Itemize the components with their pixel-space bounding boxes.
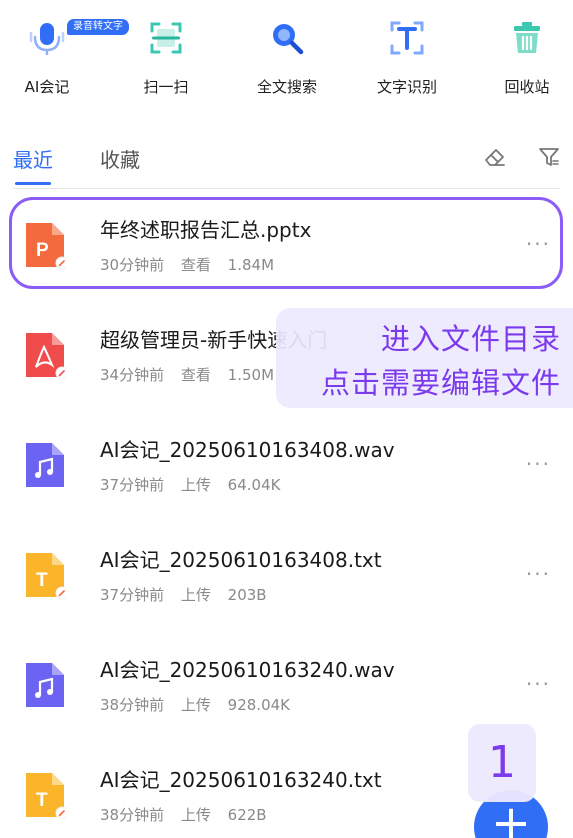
file-meta: 38分钟前 上传 622B [100, 804, 279, 825]
file-time: 38分钟前 [100, 806, 165, 824]
trash-icon [514, 22, 540, 53]
ocr-icon [390, 21, 424, 55]
tool-label: AI会记 [24, 78, 70, 96]
more-options-icon[interactable]: ··· [526, 232, 551, 256]
tool-label: 扫一扫 [143, 78, 189, 96]
more-options-icon[interactable]: ··· [526, 562, 551, 586]
tool-text-recognition[interactable]: 文字识别 [352, 0, 462, 110]
svg-text:T: T [36, 790, 48, 811]
tool-label: 全文搜索 [256, 78, 317, 96]
callout-line-2: 点击需要编辑文件 [320, 366, 561, 400]
more-options-icon[interactable]: ··· [526, 452, 551, 476]
file-meta: 38分钟前 上传 928.04K [100, 694, 302, 715]
audio-file-icon [26, 663, 64, 707]
file-name: AI会记_20250610163240.wav [100, 658, 395, 682]
callout-line-1: 进入文件目录 [380, 322, 561, 356]
search-icon [273, 24, 304, 55]
file-name: 年终述职报告汇总.pptx [100, 218, 312, 242]
tool-label: 文字识别 [376, 78, 437, 96]
file-name: AI会记_20250610163240.txt [100, 768, 382, 792]
txt-file-icon: T [26, 553, 66, 599]
scan-icon [150, 22, 182, 54]
more-options-icon[interactable]: ··· [526, 672, 551, 696]
divider [12, 188, 560, 189]
audio-file-icon [26, 443, 64, 487]
step-number-badge: 1 [468, 724, 536, 802]
file-size: 64.04K [227, 476, 281, 494]
file-size: 1.84M [227, 256, 275, 274]
file-time: 37分钟前 [100, 586, 165, 604]
svg-text:P: P [36, 240, 49, 261]
file-action: 查看 [180, 256, 211, 274]
txt-file-icon: T [26, 773, 66, 819]
file-meta: 34分钟前 查看 1.50M [100, 364, 278, 385]
file-action: 上传 [180, 476, 211, 494]
quick-tools-bar: AI会记 录音转文字 扫一扫 全文搜索 文字识别 回收站 [0, 0, 573, 118]
file-meta: 30分钟前 查看 1.84M [100, 254, 286, 275]
tool-ai-note[interactable]: AI会记 [0, 0, 102, 110]
tab-recent[interactable]: 最近 [13, 144, 53, 173]
tool-full-text-search[interactable]: 全文搜索 [232, 0, 342, 110]
file-name: AI会记_20250610163408.txt [100, 548, 382, 572]
file-action: 上传 [180, 806, 211, 824]
eraser-icon[interactable] [483, 145, 507, 169]
file-action: 上传 [180, 586, 211, 604]
svg-text:T: T [36, 570, 48, 591]
file-tabs: 最近 收藏 [0, 130, 573, 190]
file-manager-screen: AI会记 录音转文字 扫一扫 全文搜索 文字识别 回收站 最近 收藏 P 年终述… [0, 0, 573, 838]
file-row[interactable]: P 年终述职报告汇总.pptx 30分钟前 查看 1.84M ··· [0, 196, 573, 306]
file-meta: 37分钟前 上传 64.04K [100, 474, 292, 495]
filter-icon[interactable] [537, 145, 561, 169]
active-tab-indicator [15, 182, 51, 185]
file-time: 34分钟前 [100, 366, 165, 384]
tool-scan[interactable]: 扫一扫 [111, 0, 221, 110]
file-action: 查看 [180, 366, 211, 384]
file-time: 30分钟前 [100, 256, 165, 274]
file-row[interactable]: AI会记_20250610163408.wav 37分钟前 上传 64.04K … [0, 416, 573, 526]
file-time: 38分钟前 [100, 696, 165, 714]
tool-recycle-bin[interactable]: 回收站 [472, 0, 573, 110]
microphone-icon [29, 23, 65, 55]
pptx-file-icon: P [26, 223, 66, 269]
file-size: 622B [227, 806, 267, 824]
tool-label: 回收站 [504, 78, 550, 96]
tab-favorites[interactable]: 收藏 [100, 144, 140, 173]
file-row[interactable]: T AI会记_20250610163408.txt 37分钟前 上传 203B … [0, 526, 573, 636]
tutorial-callout: 进入文件目录 点击需要编辑文件 [276, 308, 573, 408]
file-size: 928.04K [227, 696, 290, 714]
file-meta: 37分钟前 上传 203B [100, 584, 279, 605]
file-action: 上传 [180, 696, 211, 714]
pdf-file-icon [26, 333, 66, 379]
file-size: 1.50M [227, 366, 275, 384]
file-time: 37分钟前 [100, 476, 165, 494]
file-name: AI会记_20250610163408.wav [100, 438, 395, 462]
file-size: 203B [227, 586, 267, 604]
